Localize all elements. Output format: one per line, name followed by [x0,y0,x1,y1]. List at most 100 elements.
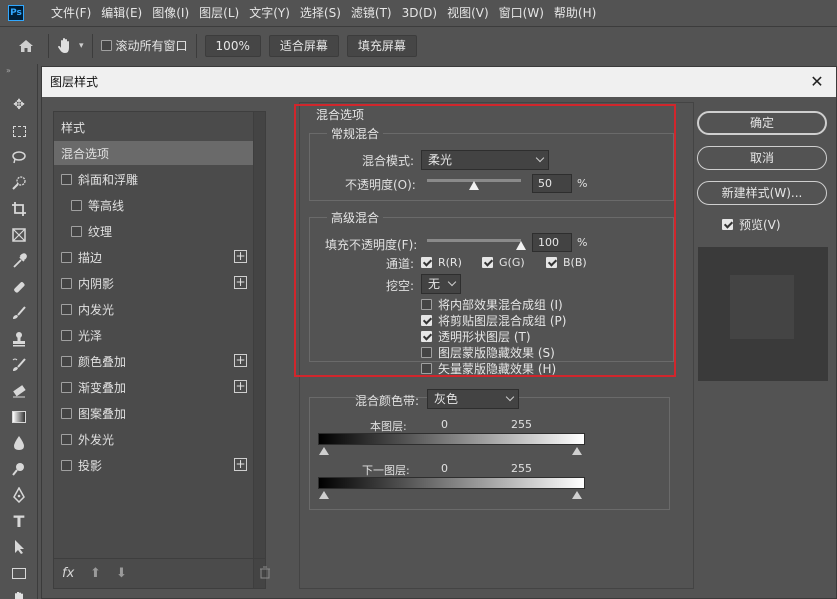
menu-image[interactable]: 图像(I) [147,0,194,26]
style-item-checkbox[interactable] [61,329,72,341]
vector-mask-hides-checkbox[interactable] [421,363,432,374]
this-layer-black-slider[interactable] [319,447,329,455]
preview-option[interactable]: 预览(V) [722,216,781,233]
menu-file[interactable]: 文件(F) [46,0,96,26]
move-down-icon[interactable]: ⬇ [116,566,127,581]
style-item-outer-glow[interactable]: 外发光 [54,427,253,451]
blend-interior-effects-option[interactable]: 将内部效果混合成组 (I) [421,296,563,313]
fit-screen-button[interactable]: 适合屏幕 [268,34,339,57]
trash-icon[interactable] [259,566,271,583]
channel-r-checkbox[interactable] [421,257,432,268]
style-item-checkbox[interactable] [71,225,82,237]
layer-mask-hides-checkbox[interactable] [421,347,432,358]
stamp-icon[interactable] [10,330,28,348]
fill-opacity-input[interactable]: 100 [532,233,572,252]
opacity-slider-thumb[interactable] [469,181,479,190]
menu-filter[interactable]: 滤镜(T) [346,0,397,26]
menu-help[interactable]: 帮助(H) [549,0,601,26]
transparency-shapes-option[interactable]: 透明形状图层 (T) [421,328,531,345]
hand-icon[interactable] [57,37,77,55]
close-icon[interactable]: ✕ [806,71,828,93]
marquee-icon[interactable] [10,122,28,140]
move-icon[interactable]: ✥ [10,96,28,114]
menu-3d[interactable]: 3D(D) [397,0,442,26]
style-item-checkbox[interactable] [61,303,72,315]
fill-opacity-slider-thumb[interactable] [516,241,526,250]
style-item-checkbox[interactable] [61,173,72,185]
menu-layer[interactable]: 图层(L) [194,0,244,26]
channel-b-option[interactable]: B(B) [546,256,587,269]
blend-interior-effects-checkbox[interactable] [421,299,432,310]
style-item-texture[interactable]: 纹理 [54,219,253,243]
underlying-white-slider[interactable] [572,491,582,499]
style-item-pattern-overlay[interactable]: 图案叠加 [54,401,253,425]
style-list-header[interactable]: 样式 [54,115,253,139]
path-select-icon[interactable] [10,538,28,556]
zoom-100-button[interactable]: 100% [204,34,261,57]
add-drop-shadow-icon[interactable]: + [234,458,247,471]
style-item-checkbox[interactable] [61,407,72,419]
crop-icon[interactable] [10,200,28,218]
blend-mode-select[interactable]: 柔光 [421,150,549,170]
fill-opacity-slider-track[interactable] [427,239,521,242]
style-item-drop-shadow[interactable]: 投影 + [54,453,253,477]
style-item-gradient-overlay[interactable]: 渐变叠加 + [54,375,253,399]
hand-tool-icon[interactable] [10,588,28,599]
channel-r-option[interactable]: R(R) [421,256,462,269]
knockout-select[interactable]: 无 [421,274,461,294]
this-layer-white-slider[interactable] [572,447,582,455]
menu-window[interactable]: 窗口(W) [494,0,549,26]
app-logo[interactable]: Ps [8,5,24,21]
eyedropper-icon[interactable] [10,252,28,270]
style-item-checkbox[interactable] [61,355,72,367]
add-stroke-icon[interactable]: + [234,250,247,263]
fill-screen-button[interactable]: 填充屏幕 [346,34,417,57]
style-item-blending-options[interactable]: 混合选项 [54,141,253,165]
collapse-icon[interactable]: » [6,66,11,75]
chevron-down-icon[interactable]: ▾ [79,41,84,51]
channel-g-option[interactable]: G(G) [482,256,525,269]
style-item-satin[interactable]: 光泽 [54,323,253,347]
blend-if-select[interactable]: 灰色 [427,389,519,409]
style-item-checkbox[interactable] [61,433,72,445]
style-item-checkbox[interactable] [71,199,82,211]
style-item-checkbox[interactable] [61,459,72,471]
blend-clipped-layers-option[interactable]: 将剪贴图层混合成组 (P) [421,312,566,329]
add-inner-shadow-icon[interactable]: + [234,276,247,289]
transparency-shapes-checkbox[interactable] [421,331,432,342]
rectangle-icon[interactable] [10,564,28,582]
style-item-inner-shadow[interactable]: 内阴影 + [54,271,253,295]
underlying-black-slider[interactable] [319,491,329,499]
eraser-icon[interactable] [10,382,28,400]
fx-icon[interactable]: fx [62,566,74,581]
menu-type[interactable]: 文字(Y) [244,0,295,26]
preview-checkbox[interactable] [722,219,733,230]
vector-mask-hides-option[interactable]: 矢量蒙版隐藏效果 (H) [421,360,556,377]
brush-icon[interactable] [10,304,28,322]
layer-mask-hides-option[interactable]: 图层蒙版隐藏效果 (S) [421,344,555,361]
channel-b-checkbox[interactable] [546,257,557,268]
opacity-input[interactable]: 50 [532,174,572,193]
add-gradient-overlay-icon[interactable]: + [234,380,247,393]
lasso-icon[interactable] [10,148,28,166]
quick-select-icon[interactable] [10,174,28,192]
channel-g-checkbox[interactable] [482,257,493,268]
pen-icon[interactable] [10,486,28,504]
healing-icon[interactable] [10,278,28,296]
history-brush-icon[interactable] [10,356,28,374]
scroll-all-checkbox[interactable] [100,40,112,51]
gradient-icon[interactable] [10,408,28,426]
ok-button[interactable]: 确定 [697,111,827,135]
style-item-checkbox[interactable] [61,277,72,289]
style-list-scrollbar[interactable] [253,112,265,588]
frame-icon[interactable] [10,226,28,244]
menu-view[interactable]: 视图(V) [442,0,494,26]
menu-select[interactable]: 选择(S) [295,0,346,26]
blend-clipped-layers-checkbox[interactable] [421,315,432,326]
blur-icon[interactable] [10,434,28,452]
home-icon[interactable] [18,38,34,54]
cancel-button[interactable]: 取消 [697,146,827,170]
style-item-checkbox[interactable] [61,381,72,393]
type-icon[interactable]: T [10,512,28,531]
add-color-overlay-icon[interactable]: + [234,354,247,367]
